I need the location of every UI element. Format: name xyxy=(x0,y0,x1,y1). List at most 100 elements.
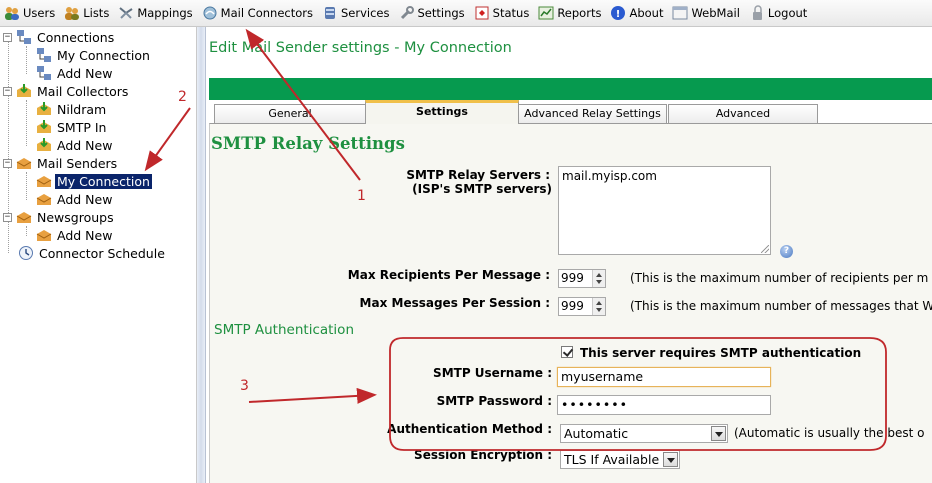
auth-method-value: Automatic xyxy=(564,426,629,441)
menu-mappings-label: Mappings xyxy=(137,6,193,20)
pane-splitter[interactable] xyxy=(197,27,206,483)
clock-icon xyxy=(18,245,34,261)
tree-item-newsgroups[interactable]: − Newsgroups xyxy=(3,208,116,226)
webmail-icon xyxy=(672,5,688,21)
tab-settings[interactable]: Settings xyxy=(365,100,519,124)
page-title: Edit Mail Sender settings - My Connectio… xyxy=(209,40,512,56)
max-messages-label: Max Messages Per Session : xyxy=(359,296,550,310)
chevron-down-icon[interactable] xyxy=(663,452,678,467)
mail-collector-icon xyxy=(36,137,52,153)
tree-item-connections[interactable]: − Connections xyxy=(3,28,116,46)
tab-advanced[interactable]: Advanced xyxy=(668,104,818,123)
max-recipients-label: Max Recipients Per Message : xyxy=(347,268,550,282)
tree-line xyxy=(26,100,27,146)
menu-reports[interactable]: Reports xyxy=(538,3,601,23)
tree-label: Mail Collectors xyxy=(37,83,129,99)
tree-label: SMTP In xyxy=(57,119,107,135)
username-input[interactable]: myusername xyxy=(557,367,771,387)
collapse-toggle[interactable]: − xyxy=(3,32,12,42)
encryption-label: Session Encryption : xyxy=(414,448,552,462)
tree-label: My Connection xyxy=(57,47,150,63)
settings-panel: SMTP Relay Settings SMTP Relay Servers :… xyxy=(209,123,932,483)
menu-webmail-label: WebMail xyxy=(691,6,740,20)
tree-item-my-connection-connections[interactable]: My Connection xyxy=(36,46,152,64)
tree-label: Connector Schedule xyxy=(39,245,165,261)
encryption-select[interactable]: TLS If Available xyxy=(560,450,680,469)
auth-method-label: Authentication Method : xyxy=(387,422,552,436)
menu-users[interactable]: Users xyxy=(4,3,55,23)
tab-advanced-relay-settings[interactable]: Advanced Relay Settings xyxy=(518,104,667,123)
top-menu-bar: Users Lists Mappings Mail Connectors Ser… xyxy=(0,0,932,27)
tree-line xyxy=(26,226,27,236)
menu-about[interactable]: ! About xyxy=(610,3,663,23)
tab-general[interactable]: General xyxy=(214,104,366,123)
max-messages-stepper[interactable]: 999 xyxy=(558,297,606,316)
requires-auth-checkbox[interactable] xyxy=(561,346,573,358)
tree-label: Mail Senders xyxy=(37,155,118,171)
spin-buttons[interactable] xyxy=(592,298,605,315)
tree-item-mail-senders[interactable]: − Mail Senders xyxy=(3,154,119,172)
tree-item-add-new-connection[interactable]: Add New xyxy=(36,64,114,82)
tree-item-nildram[interactable]: Nildram xyxy=(36,100,108,118)
tree-item-add-new-collector[interactable]: Add New xyxy=(36,136,114,154)
max-recipients-stepper[interactable]: 999 xyxy=(558,269,606,288)
tree-item-my-connection-sender[interactable]: My Connection xyxy=(36,172,152,190)
connection-icon xyxy=(36,65,52,81)
mail-sender-icon xyxy=(36,191,52,207)
annotation-label-1: 1 xyxy=(357,188,366,204)
relay-servers-label: SMTP Relay Servers : xyxy=(406,168,550,182)
max-messages-value: 999 xyxy=(561,299,584,313)
menu-mail-connectors-label: Mail Connectors xyxy=(220,6,313,20)
menu-mappings[interactable]: Mappings xyxy=(118,3,193,23)
spin-buttons[interactable] xyxy=(592,270,605,287)
requires-auth-label: This server requires SMTP authentication xyxy=(580,346,862,360)
resize-grip[interactable] xyxy=(761,245,769,253)
collapse-toggle[interactable]: − xyxy=(3,158,12,168)
tree-label: Nildram xyxy=(57,101,107,117)
menu-settings[interactable]: Settings xyxy=(399,3,465,23)
tree-item-add-new-newsgroup[interactable]: Add New xyxy=(36,226,114,244)
tree-item-connector-schedule[interactable]: Connector Schedule xyxy=(18,244,167,262)
auth-method-hint: (Automatic is usually the best o xyxy=(734,426,925,440)
menu-mail-connectors[interactable]: Mail Connectors xyxy=(202,3,313,23)
password-input[interactable]: •••••••• xyxy=(557,395,771,415)
navigation-tree: − Connections My Connection Add New − Ma… xyxy=(0,27,197,483)
max-recipients-value: 999 xyxy=(561,271,584,285)
max-messages-hint: (This is the maximum number of messages … xyxy=(630,299,932,313)
mail-collector-icon xyxy=(16,83,32,99)
auth-method-select[interactable]: Automatic xyxy=(560,424,728,443)
help-icon[interactable]: ? xyxy=(780,245,793,258)
header-band xyxy=(209,78,932,100)
menu-status[interactable]: Status xyxy=(474,3,529,23)
tree-line xyxy=(26,46,27,74)
tree-label: Add New xyxy=(57,227,113,243)
menu-webmail[interactable]: WebMail xyxy=(672,3,740,23)
annotation-label-3: 3 xyxy=(240,378,249,394)
mail-sender-icon xyxy=(36,173,52,189)
menu-services[interactable]: Services xyxy=(322,3,390,23)
menu-reports-label: Reports xyxy=(557,6,602,20)
max-recipients-hint: (This is the maximum number of recipient… xyxy=(630,271,929,285)
tree-item-mail-collectors[interactable]: − Mail Collectors xyxy=(3,82,130,100)
mail-connectors-icon xyxy=(202,5,218,21)
tree-line xyxy=(26,172,27,200)
users-icon xyxy=(4,5,20,21)
chevron-down-icon[interactable] xyxy=(711,426,726,441)
tree-label: Newsgroups xyxy=(37,209,114,225)
menu-logout[interactable]: Logout xyxy=(749,3,807,23)
tree-item-smtp-in[interactable]: SMTP In xyxy=(36,118,108,136)
relay-servers-textarea[interactable]: mail.myisp.com xyxy=(558,166,771,255)
annotation-label-2: 2 xyxy=(178,89,187,105)
mail-collector-icon xyxy=(36,119,52,135)
logout-icon xyxy=(749,5,765,21)
menu-lists[interactable]: Lists xyxy=(64,3,109,23)
mappings-icon xyxy=(118,5,134,21)
tree-label-selected: My Connection xyxy=(55,173,152,189)
mail-sender-icon xyxy=(16,155,32,171)
tree-label: Add New xyxy=(57,137,113,153)
status-icon xyxy=(474,5,490,21)
menu-services-label: Services xyxy=(341,6,390,20)
collapse-toggle[interactable]: − xyxy=(3,86,12,96)
tree-item-add-new-sender[interactable]: Add New xyxy=(36,190,114,208)
collapse-toggle[interactable]: − xyxy=(3,212,12,222)
